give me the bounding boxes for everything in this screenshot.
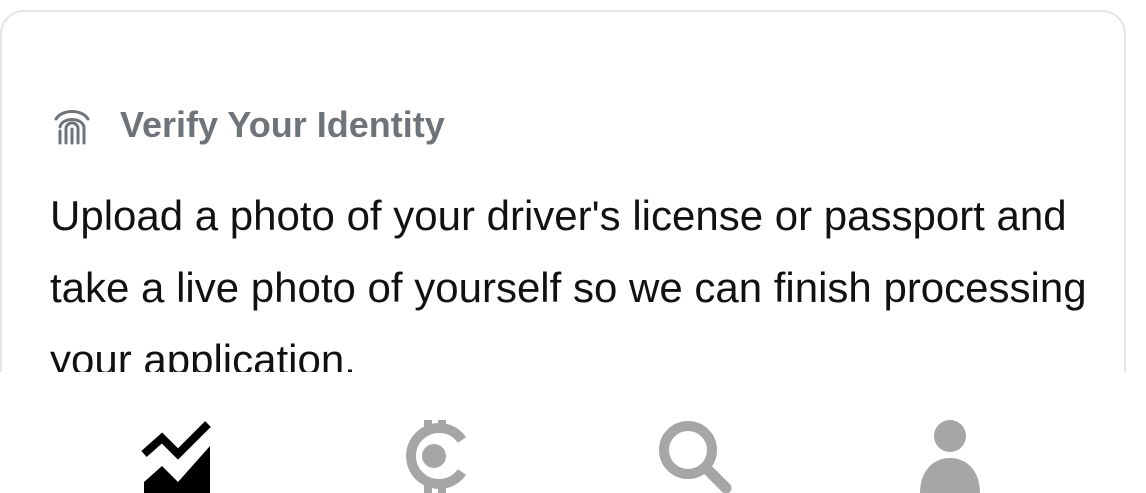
- chart-icon: [141, 421, 213, 493]
- bottom-navigation-bar: [0, 372, 1146, 493]
- crypto-icon: [406, 420, 467, 493]
- fingerprint-icon: [54, 110, 90, 145]
- nav-item-search[interactable]: [656, 420, 736, 493]
- nav-item-crypto[interactable]: [396, 420, 476, 493]
- card-title: Verify Your Identity: [120, 104, 445, 145]
- nav-item-account[interactable]: [912, 420, 992, 493]
- nav-item-stocks[interactable]: [140, 420, 220, 493]
- search-icon: [659, 421, 732, 493]
- account-icon: [920, 420, 980, 493]
- card-description: Upload a photo of your driver's license …: [50, 192, 1087, 383]
- card-header: Verify Your Identity: [52, 98, 445, 152]
- verify-identity-card[interactable]: Verify Your Identity Upload a photo of y…: [0, 10, 1126, 430]
